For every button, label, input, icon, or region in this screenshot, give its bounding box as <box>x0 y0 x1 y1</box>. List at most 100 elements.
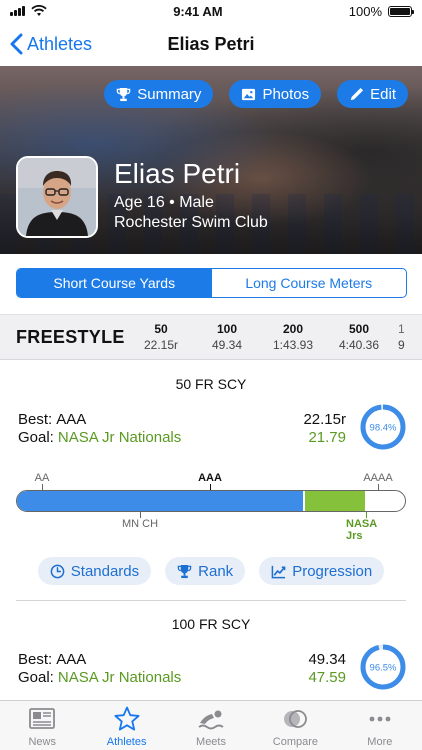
avatar[interactable] <box>16 156 98 238</box>
stroke-event-list[interactable]: 50 22.15r 100 49.34 200 1:43.93 500 4:40… <box>128 315 422 359</box>
goal-time: 47.59 <box>308 669 346 686</box>
best-label: Best: <box>18 651 53 668</box>
pencil-icon <box>351 87 364 100</box>
tab-compare[interactable]: Compare <box>253 701 337 750</box>
chevron-left-icon <box>10 33 23 55</box>
nav-bar: Athletes Elias Petri <box>0 22 422 66</box>
status-left <box>10 5 47 17</box>
event-time: 4:40.36 <box>338 338 380 352</box>
tab-athletes[interactable]: Athletes <box>84 701 168 750</box>
tab-label: More <box>367 736 393 748</box>
goal-progress-ring: 98.4% <box>360 404 406 450</box>
tab-label: Athletes <box>106 736 147 748</box>
edit-button[interactable]: Edit <box>337 80 408 108</box>
rank-label: Rank <box>198 562 234 580</box>
standard-label-nasa-jrs: NASA Jrs <box>346 518 377 542</box>
event-100[interactable]: 100 49.34 <box>194 315 260 359</box>
trophy-icon <box>177 564 192 578</box>
status-bar: 9:41 AM 100% <box>0 0 422 22</box>
stroke-name: FREESTYLE <box>16 326 125 347</box>
page-title: Elias Petri <box>167 33 255 54</box>
event-50[interactable]: 50 22.15r <box>128 315 194 359</box>
standard-label-aa: AA <box>34 472 50 484</box>
more-icon <box>369 716 391 722</box>
best-row-label: Best: AAA <box>18 411 86 428</box>
athlete-name: Elias Petri <box>114 158 241 189</box>
star-icon <box>114 706 140 731</box>
photos-label: Photos <box>262 85 310 103</box>
goal-time: 21.79 <box>308 429 346 446</box>
edit-label: Edit <box>370 85 396 103</box>
goal-progress-ring: 96.5% <box>360 644 406 690</box>
progress-bar <box>16 490 406 512</box>
tab-label: Meets <box>196 736 226 748</box>
athlete-header: Summary Photos Edit Elias Petri Age 16 •… <box>0 66 422 254</box>
tab-news[interactable]: News <box>0 701 84 750</box>
goal-progress-percent: 96.5% <box>370 663 397 674</box>
goal-label: Goal: <box>18 669 54 686</box>
event-500[interactable]: 500 4:40.36 <box>326 315 392 359</box>
standards-button[interactable]: Standards <box>37 557 152 585</box>
best-standard: AAA <box>56 651 87 668</box>
tab-meets[interactable]: Meets <box>169 701 253 750</box>
athlete-club: Rochester Swim Club <box>114 214 268 231</box>
clock-icon <box>50 564 65 578</box>
event-distance: 200 <box>282 322 304 336</box>
chart-line-icon <box>271 565 286 578</box>
event-distance: 50 <box>154 322 168 336</box>
athlete-age-gender: Age 16 • Male <box>114 194 214 211</box>
event-title: 100 FR SCY <box>171 616 251 632</box>
news-icon <box>29 708 56 729</box>
best-time: 49.34 <box>308 651 346 668</box>
photos-button[interactable]: Photos <box>229 80 322 108</box>
standards-bar[interactable]: AA AAA AAAA MN CH NASA Jrs <box>16 470 406 542</box>
standard-label-mn-ch: MN CH <box>121 518 159 530</box>
standard-label-aaaa: AAAA <box>363 472 393 484</box>
event-time: 49.34 <box>211 338 243 352</box>
progress-bar-goal <box>305 491 365 511</box>
stroke-header: FREESTYLE 50 22.15r 100 49.34 200 1:43.9… <box>0 314 422 360</box>
standard-label-aaa: AAA <box>198 472 222 484</box>
best-time: 22.15r <box>303 411 346 428</box>
event-200[interactable]: 200 1:43.93 <box>260 315 326 359</box>
progression-button[interactable]: Progression <box>259 557 385 585</box>
goal-row-label: Goal: NASA Jr Nationals <box>18 669 181 686</box>
status-right: 100% <box>349 4 414 19</box>
wifi-icon <box>31 5 47 16</box>
event-distance: 500 <box>348 322 370 336</box>
tab-more[interactable]: More <box>338 701 422 750</box>
standards-label: Standards <box>70 562 140 580</box>
photo-icon <box>242 88 256 100</box>
event-time: 9 <box>398 338 405 352</box>
rank-button[interactable]: Rank <box>165 557 246 585</box>
header-actions: Summary Photos Edit <box>104 80 408 108</box>
summary-button[interactable]: Summary <box>104 80 214 108</box>
goal-progress-percent: 98.4% <box>370 423 397 434</box>
progression-label: Progression <box>292 562 373 580</box>
best-standard: AAA <box>56 411 87 428</box>
segment-short-course-yards[interactable]: Short Course Yards <box>17 269 212 297</box>
best-label: Best: <box>18 411 53 428</box>
event-time: 22.15r <box>143 338 179 352</box>
tab-label: Compare <box>272 736 319 748</box>
tab-label: News <box>28 736 56 748</box>
back-label: Athletes <box>27 33 93 54</box>
goal-row-label: Goal: NASA Jr Nationals <box>18 429 181 446</box>
goal-standard: NASA Jr Nationals <box>57 429 182 446</box>
event-title: 50 FR SCY <box>175 376 247 392</box>
event-partial[interactable]: 1 9 <box>392 315 412 359</box>
battery-icon <box>388 5 414 17</box>
athlete-photo <box>18 158 96 236</box>
tab-bar: News Athletes Meets Compare More <box>0 700 422 750</box>
signal-icon <box>10 6 25 16</box>
event-time: 1:43.93 <box>272 338 314 352</box>
event-actions: Standards Rank Progression <box>0 557 422 585</box>
best-row-label: Best: AAA <box>18 651 86 668</box>
back-button[interactable]: Athletes <box>10 22 92 66</box>
progress-bar-current <box>17 491 303 511</box>
event-distance: 1 <box>398 322 405 336</box>
segment-long-course-meters[interactable]: Long Course Meters <box>212 269 407 297</box>
trophy-icon <box>117 87 131 101</box>
event-distance: 100 <box>216 322 238 336</box>
goal-label: Goal: <box>18 429 54 446</box>
